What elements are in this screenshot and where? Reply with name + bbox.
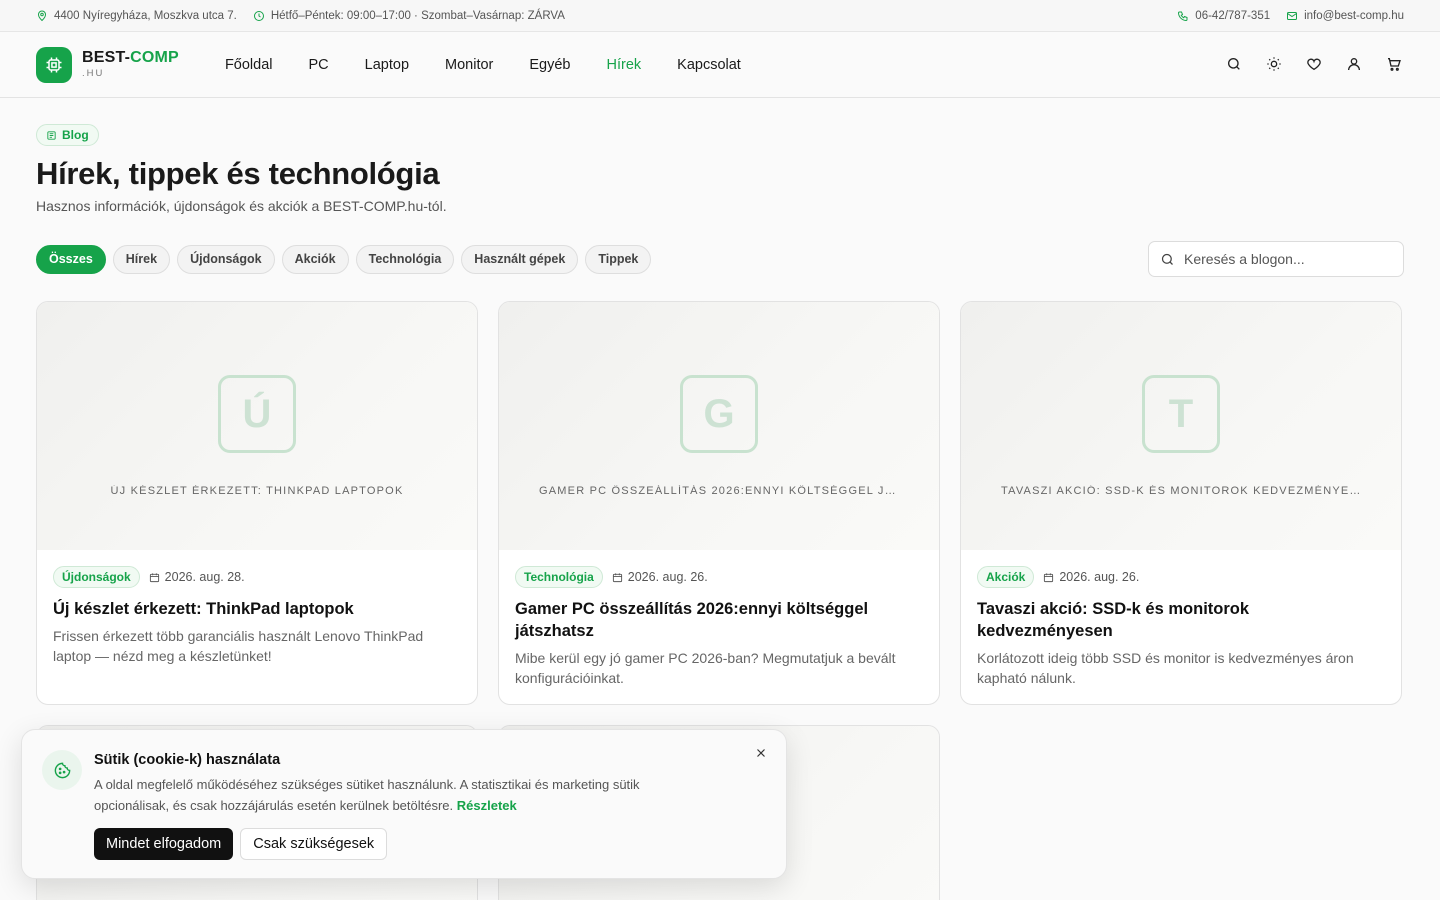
- cookie-icon: [42, 750, 82, 790]
- post-thumb-caption: ÚJ KÉSZLET ÉRKEZETT: THINKPAD LAPTOPOK: [110, 485, 404, 497]
- header-actions: [1226, 56, 1404, 74]
- nav-item-hirek[interactable]: Hírek: [589, 57, 660, 73]
- post-thumb-caption: GAMER PC ÖSSZEÁLLÍTÁS 2026:ENNYI KÖLTSÉG…: [539, 485, 899, 497]
- post-excerpt: Mibe kerül egy jó gamer PC 2026-ban? Meg…: [515, 650, 896, 686]
- post-category-tag[interactable]: Akciók: [977, 566, 1035, 588]
- filter-hirek[interactable]: Hírek: [112, 244, 171, 274]
- nav-item-kapcsolat[interactable]: Kapcsolat: [659, 57, 759, 73]
- post-title[interactable]: Gamer PC összeállítás 2026:ennyi költség…: [515, 598, 923, 642]
- blog-badge: Blog: [36, 124, 99, 146]
- blog-badge-label: Blog: [62, 128, 89, 142]
- blog-search[interactable]: [1148, 241, 1404, 277]
- newspaper-icon: [47, 130, 56, 140]
- page-subtitle: Hasznos információk, újdonságok és akció…: [36, 198, 447, 214]
- clock-icon: [253, 10, 264, 21]
- filter-technologia[interactable]: Technológia: [355, 244, 455, 274]
- post-thumbnail: Ú ÚJ KÉSZLET ÉRKEZETT: THINKPAD LAPTOPOK: [37, 302, 477, 550]
- post-title[interactable]: Új készlet érkezett: ThinkPad laptopok: [53, 598, 461, 620]
- cookie-title: Sütik (cookie-k) használata: [94, 752, 281, 768]
- filter-hasznalt-gepek[interactable]: Használt gépek: [461, 244, 579, 274]
- post-date-text: 2026. aug. 26.: [627, 570, 708, 584]
- nav-item-monitor[interactable]: Monitor: [427, 57, 511, 73]
- post-initial: G: [680, 375, 758, 453]
- page-hero: Blog Hírek, tippek és technológia Haszno…: [0, 98, 1440, 214]
- email-text: info@best-comp.hu: [1304, 9, 1404, 22]
- brand-name-accent: COMP: [130, 49, 179, 67]
- cookie-text: A oldal megfelelő működéséhez szükséges …: [94, 777, 640, 813]
- post-category-tag[interactable]: Újdonságok: [53, 566, 140, 588]
- post-grid: Ú ÚJ KÉSZLET ÉRKEZETT: THINKPAD LAPTOPOK…: [0, 301, 1440, 705]
- post-date: 2026. aug. 28.: [149, 570, 245, 584]
- nav-item-pc[interactable]: PC: [291, 57, 347, 73]
- map-pin-icon: [37, 10, 47, 21]
- calendar-icon: [1044, 572, 1054, 582]
- post-date: 2026. aug. 26.: [1043, 570, 1139, 584]
- mail-icon: [1287, 11, 1298, 20]
- nav-item-laptop[interactable]: Laptop: [347, 57, 427, 73]
- post-thumbnail: G GAMER PC ÖSSZEÁLLÍTÁS 2026:ENNYI KÖLTS…: [499, 302, 939, 550]
- cookie-banner: Sütik (cookie-k) használata A oldal megf…: [21, 729, 787, 879]
- calendar-icon: [612, 572, 622, 582]
- phone-text: 06-42/787-351: [1195, 9, 1271, 22]
- filter-osszes[interactable]: Összes: [36, 244, 106, 274]
- post-thumb-caption: TAVASZI AKCIÓ: SSD-K ÉS MONITOROK KEDVEZ…: [1001, 485, 1361, 497]
- nav-item-fooldal[interactable]: Főoldal: [207, 57, 291, 73]
- hours-info: Hétfő–Péntek: 09:00–17:00 · Szombat–Vasá…: [253, 10, 565, 22]
- email-link[interactable]: info@best-comp.hu: [1286, 10, 1404, 22]
- accept-all-button[interactable]: Mindet elfogadom: [94, 828, 234, 860]
- post-card[interactable]: G GAMER PC ÖSSZEÁLLÍTÁS 2026:ENNYI KÖLTS…: [498, 301, 940, 705]
- filter-bar: Összes Hírek Újdonságok Akciók Technológ…: [0, 241, 1440, 277]
- address-text: 4400 Nyíregyháza, Moszkva utca 7.: [54, 9, 237, 22]
- post-initial: Ú: [218, 375, 296, 453]
- filter-akciok[interactable]: Akciók: [281, 244, 349, 274]
- heart-icon[interactable]: [1306, 56, 1324, 74]
- close-icon[interactable]: [754, 746, 770, 762]
- post-thumbnail: T TAVASZI AKCIÓ: SSD-K ÉS MONITOROK KEDV…: [961, 302, 1401, 550]
- user-icon[interactable]: [1346, 56, 1364, 74]
- cookie-details-link[interactable]: Részletek: [457, 798, 517, 813]
- cart-icon[interactable]: [1386, 56, 1404, 74]
- sun-icon[interactable]: [1266, 56, 1284, 74]
- search-icon: [1161, 253, 1173, 265]
- post-category-tag[interactable]: Technológia: [515, 566, 603, 588]
- phone-icon: [1178, 11, 1188, 21]
- post-date-text: 2026. aug. 28.: [164, 570, 245, 584]
- nav-item-egyeb[interactable]: Egyéb: [511, 57, 588, 73]
- post-date-text: 2026. aug. 26.: [1059, 570, 1140, 584]
- search-icon[interactable]: [1226, 56, 1244, 74]
- chip-icon: [36, 46, 72, 83]
- filter-tippek[interactable]: Tippek: [585, 244, 652, 274]
- main-nav: Főoldal PC Laptop Monitor Egyéb Hírek Ka…: [207, 57, 759, 73]
- category-filters: Összes Hírek Újdonságok Akciók Technológ…: [36, 244, 652, 274]
- brand-logo[interactable]: BEST-COMP .HU: [36, 46, 179, 83]
- phone-link[interactable]: 06-42/787-351: [1177, 10, 1270, 22]
- top-info-bar: 4400 Nyíregyháza, Moszkva utca 7. Hétfő–…: [0, 0, 1440, 32]
- blog-search-input[interactable]: [1184, 251, 1384, 267]
- address-info: 4400 Nyíregyháza, Moszkva utca 7.: [36, 10, 237, 22]
- necessary-only-button[interactable]: Csak szükségesek: [240, 828, 388, 860]
- post-card[interactable]: Ú ÚJ KÉSZLET ÉRKEZETT: THINKPAD LAPTOPOK…: [36, 301, 478, 705]
- post-initial: T: [1142, 375, 1220, 453]
- brand-name: BEST-: [82, 49, 131, 67]
- post-card[interactable]: T TAVASZI AKCIÓ: SSD-K ÉS MONITOROK KEDV…: [960, 301, 1402, 705]
- hours-text: Hétfő–Péntek: 09:00–17:00 · Szombat–Vasá…: [270, 9, 565, 22]
- main-header: BEST-COMP .HU Főoldal PC Laptop Monitor …: [0, 32, 1440, 98]
- filter-ujdonsagok[interactable]: Újdonságok: [177, 244, 275, 274]
- brand-suffix: .HU: [82, 68, 105, 80]
- page-title: Hírek, tippek és technológia: [36, 156, 440, 191]
- post-excerpt: Korlátozott ideig több SSD és monitor is…: [977, 650, 1354, 686]
- post-title[interactable]: Tavaszi akció: SSD-k és monitorok kedvez…: [977, 598, 1385, 642]
- post-date: 2026. aug. 26.: [612, 570, 708, 584]
- calendar-icon: [149, 572, 159, 582]
- post-excerpt: Frissen érkezett több garanciális haszná…: [53, 628, 424, 664]
